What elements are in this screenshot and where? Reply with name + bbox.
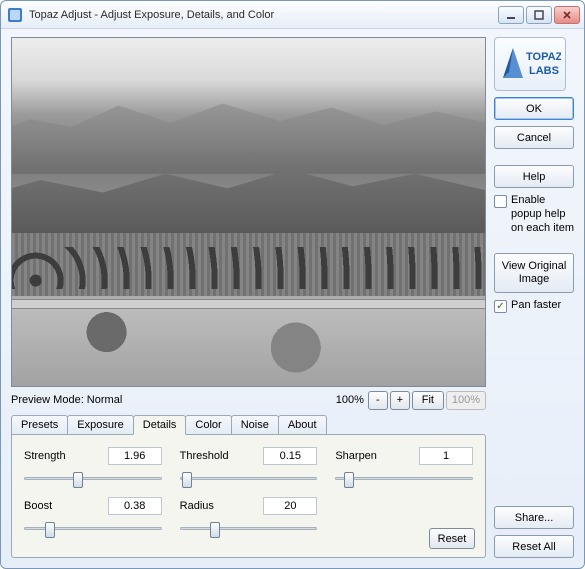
tab-presets[interactable]: Presets	[11, 415, 68, 435]
brand-logo: TOPAZ LABS	[494, 37, 566, 91]
radius-value[interactable]: 20	[263, 497, 317, 515]
preview-image[interactable]	[11, 37, 486, 387]
threshold-value[interactable]: 0.15	[263, 447, 317, 465]
cancel-button[interactable]: Cancel	[494, 126, 574, 149]
app-window: Topaz Adjust - Adjust Exposure, Details,…	[0, 0, 585, 569]
zoom-percent-label: 100%	[336, 394, 364, 406]
ok-button[interactable]: OK	[494, 97, 574, 120]
help-button[interactable]: Help	[494, 165, 574, 188]
threshold-slider[interactable]	[180, 469, 318, 487]
pan-faster-checkbox[interactable]: Pan faster	[494, 299, 574, 313]
enable-popup-help-checkbox[interactable]: Enable popup help on each item	[494, 194, 574, 235]
strength-value[interactable]: 1.96	[108, 447, 162, 465]
pan-faster-label: Pan faster	[511, 299, 561, 313]
sharpen-label: Sharpen	[335, 450, 377, 462]
sharpen-slider[interactable]	[335, 469, 473, 487]
maximize-button[interactable]	[526, 6, 552, 24]
details-panel: Strength 1.96 Threshold 0.15	[11, 434, 486, 558]
window-title: Topaz Adjust - Adjust Exposure, Details,…	[29, 9, 498, 21]
tab-about[interactable]: About	[278, 415, 327, 435]
reset-button[interactable]: Reset	[429, 528, 475, 549]
checkbox-icon	[494, 195, 507, 208]
radius-slider[interactable]	[180, 519, 318, 537]
sharpen-value[interactable]: 1	[419, 447, 473, 465]
boost-value[interactable]: 0.38	[108, 497, 162, 515]
close-button[interactable]	[554, 6, 580, 24]
boost-control: Boost 0.38	[24, 497, 162, 537]
threshold-control: Threshold 0.15	[180, 447, 318, 487]
tab-exposure[interactable]: Exposure	[67, 415, 133, 435]
tab-details[interactable]: Details	[133, 415, 187, 435]
svg-text:TOPAZ: TOPAZ	[526, 51, 561, 63]
strength-slider[interactable]	[24, 469, 162, 487]
radius-label: Radius	[180, 500, 214, 512]
app-icon	[7, 7, 23, 23]
tab-noise[interactable]: Noise	[231, 415, 279, 435]
threshold-label: Threshold	[180, 450, 229, 462]
share-button[interactable]: Share...	[494, 506, 574, 529]
zoom-in-button[interactable]: +	[390, 391, 410, 410]
zoom-100-button[interactable]: 100%	[446, 391, 486, 410]
boost-label: Boost	[24, 500, 52, 512]
svg-text:LABS: LABS	[529, 65, 559, 77]
tab-color[interactable]: Color	[185, 415, 231, 435]
reset-all-button[interactable]: Reset All	[494, 535, 574, 558]
zoom-fit-button[interactable]: Fit	[412, 391, 444, 410]
checkbox-icon	[494, 300, 507, 313]
radius-control: Radius 20	[180, 497, 318, 537]
preview-mode-label: Preview Mode: Normal	[11, 394, 336, 406]
tab-strip: Presets Exposure Details Color Noise Abo…	[11, 414, 486, 434]
zoom-out-button[interactable]: -	[368, 391, 388, 410]
enable-popup-help-label: Enable popup help on each item	[511, 194, 574, 235]
sharpen-control: Sharpen 1	[335, 447, 473, 487]
titlebar[interactable]: Topaz Adjust - Adjust Exposure, Details,…	[1, 1, 584, 29]
minimize-button[interactable]	[498, 6, 524, 24]
view-original-button[interactable]: View Original Image	[494, 253, 574, 293]
strength-label: Strength	[24, 450, 66, 462]
strength-control: Strength 1.96	[24, 447, 162, 487]
boost-slider[interactable]	[24, 519, 162, 537]
